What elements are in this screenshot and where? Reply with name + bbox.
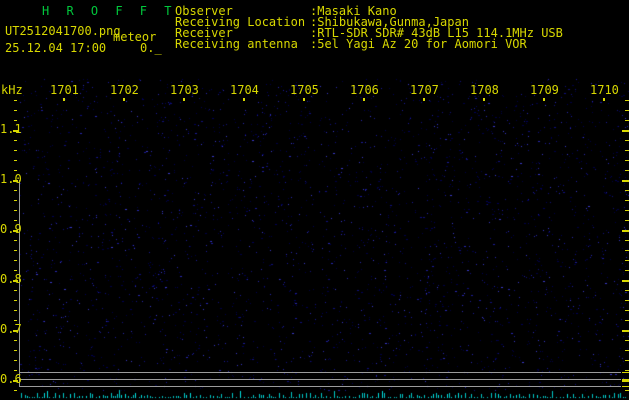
info-value: :5el Yagi Az 20 for Aomori VOR (310, 37, 527, 51)
x-tick-label: 1703 (170, 83, 199, 97)
x-tick-label: 1702 (110, 83, 139, 97)
y-tick-label: 1.0 (0, 172, 22, 186)
y-tick-label: 0.7 (0, 322, 22, 336)
x-tick-label: 1708 (470, 83, 499, 97)
x-tick-label: 1706 (350, 83, 379, 97)
y-axis-unit-label: kHz (1, 83, 23, 97)
x-tick-label: 1709 (530, 83, 559, 97)
x-tick-label: 1705 (290, 83, 319, 97)
x-tick-label: 1704 (230, 83, 259, 97)
y-tick-label: 0.6 (0, 372, 22, 386)
y-tick-label: 0.8 (0, 272, 22, 286)
x-tick-label: 1707 (410, 83, 439, 97)
progress-counter: 0._ (140, 41, 162, 55)
y-tick-label: 1.1 (0, 122, 22, 136)
info-label: Receiving antenna (175, 37, 298, 51)
hrofft-output-screen: H R O F F T UT2512041700.png meteor 25.1… (0, 0, 629, 400)
x-tick-label: 1701 (50, 83, 79, 97)
datetime-label: 25.12.04 17:00 (5, 41, 107, 55)
y-tick-label: 0.9 (0, 222, 22, 236)
x-tick-label: 1710 (590, 83, 619, 97)
output-filename: UT2512041700.png (5, 24, 121, 38)
text-layer: H R O F F T UT2512041700.png meteor 25.1… (0, 0, 629, 400)
app-title: H R O F F T (42, 4, 177, 18)
